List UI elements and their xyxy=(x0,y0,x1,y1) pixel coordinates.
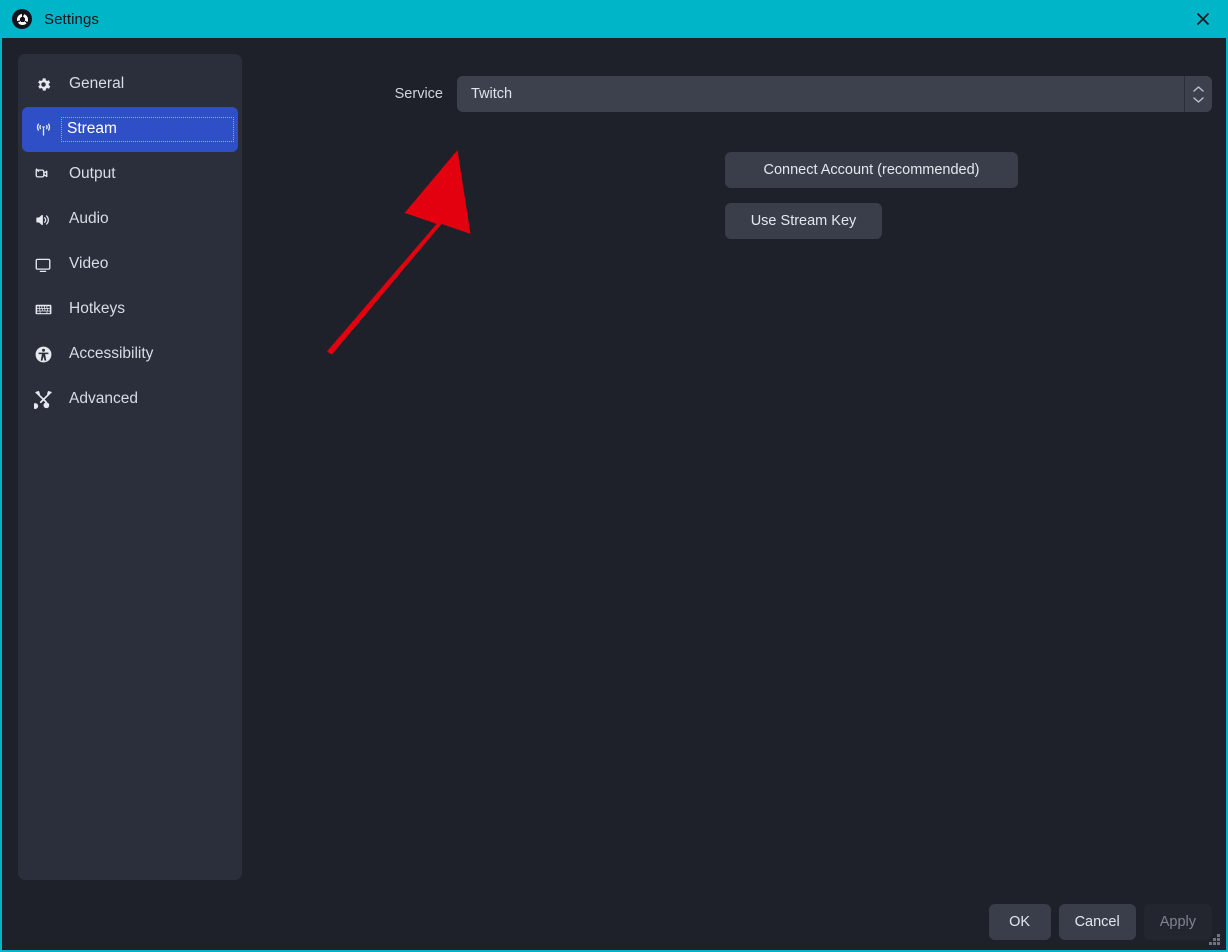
stream-settings-pane: Service Twitch Connect Account (recommen… xyxy=(242,38,1226,950)
video-camera-icon xyxy=(29,166,57,184)
service-label: Service xyxy=(394,86,443,102)
chevron-updown-icon[interactable] xyxy=(1184,76,1212,112)
gear-icon xyxy=(29,76,57,93)
sidebar-item-label: Stream xyxy=(61,117,234,142)
service-dropdown[interactable]: Twitch xyxy=(457,76,1212,112)
dialog-footer: OK Cancel Apply xyxy=(988,904,1212,940)
tools-icon xyxy=(29,390,57,409)
settings-body: General Stream Output Audio Video Hotkey… xyxy=(2,38,1226,950)
cancel-button[interactable]: Cancel xyxy=(1058,904,1136,940)
service-dropdown-value: Twitch xyxy=(471,86,513,102)
sidebar-item-label: Video xyxy=(69,255,109,272)
service-row: Service Twitch xyxy=(383,76,1212,112)
broadcast-icon xyxy=(29,120,57,139)
resize-grip-icon[interactable] xyxy=(1206,931,1222,947)
sidebar-item-general[interactable]: General xyxy=(22,62,238,107)
sidebar-item-video[interactable]: Video xyxy=(22,242,238,287)
sidebar-item-output[interactable]: Output xyxy=(22,152,238,197)
window-title: Settings xyxy=(44,10,99,28)
monitor-icon xyxy=(29,256,57,274)
sidebar-item-label: Accessibility xyxy=(69,345,154,362)
apply-button: Apply xyxy=(1143,904,1212,940)
title-bar: Settings xyxy=(2,0,1226,38)
connect-account-button[interactable]: Connect Account (recommended) xyxy=(725,152,1018,188)
sidebar-item-audio[interactable]: Audio xyxy=(22,197,238,242)
sidebar-item-label: Hotkeys xyxy=(69,300,125,317)
sidebar-item-label: General xyxy=(69,75,125,92)
close-button[interactable] xyxy=(1180,0,1226,38)
speaker-icon xyxy=(29,211,57,229)
obs-logo-icon xyxy=(12,9,32,29)
ok-button[interactable]: OK xyxy=(988,904,1051,940)
use-stream-key-button[interactable]: Use Stream Key xyxy=(725,203,882,239)
close-icon xyxy=(1196,12,1210,26)
sidebar-item-label: Advanced xyxy=(69,390,138,407)
accessibility-icon xyxy=(29,345,57,364)
sidebar-item-stream[interactable]: Stream xyxy=(22,107,238,152)
sidebar-item-accessibility[interactable]: Accessibility xyxy=(22,332,238,377)
sidebar-item-label: Audio xyxy=(69,210,109,227)
settings-window: Settings General Stream Output Audio Vid… xyxy=(0,0,1228,952)
sidebar-item-advanced[interactable]: Advanced xyxy=(22,377,238,422)
settings-sidebar: General Stream Output Audio Video Hotkey… xyxy=(18,54,242,880)
sidebar-item-label: Output xyxy=(69,165,116,182)
sidebar-item-hotkeys[interactable]: Hotkeys xyxy=(22,287,238,332)
keyboard-icon xyxy=(29,300,57,319)
